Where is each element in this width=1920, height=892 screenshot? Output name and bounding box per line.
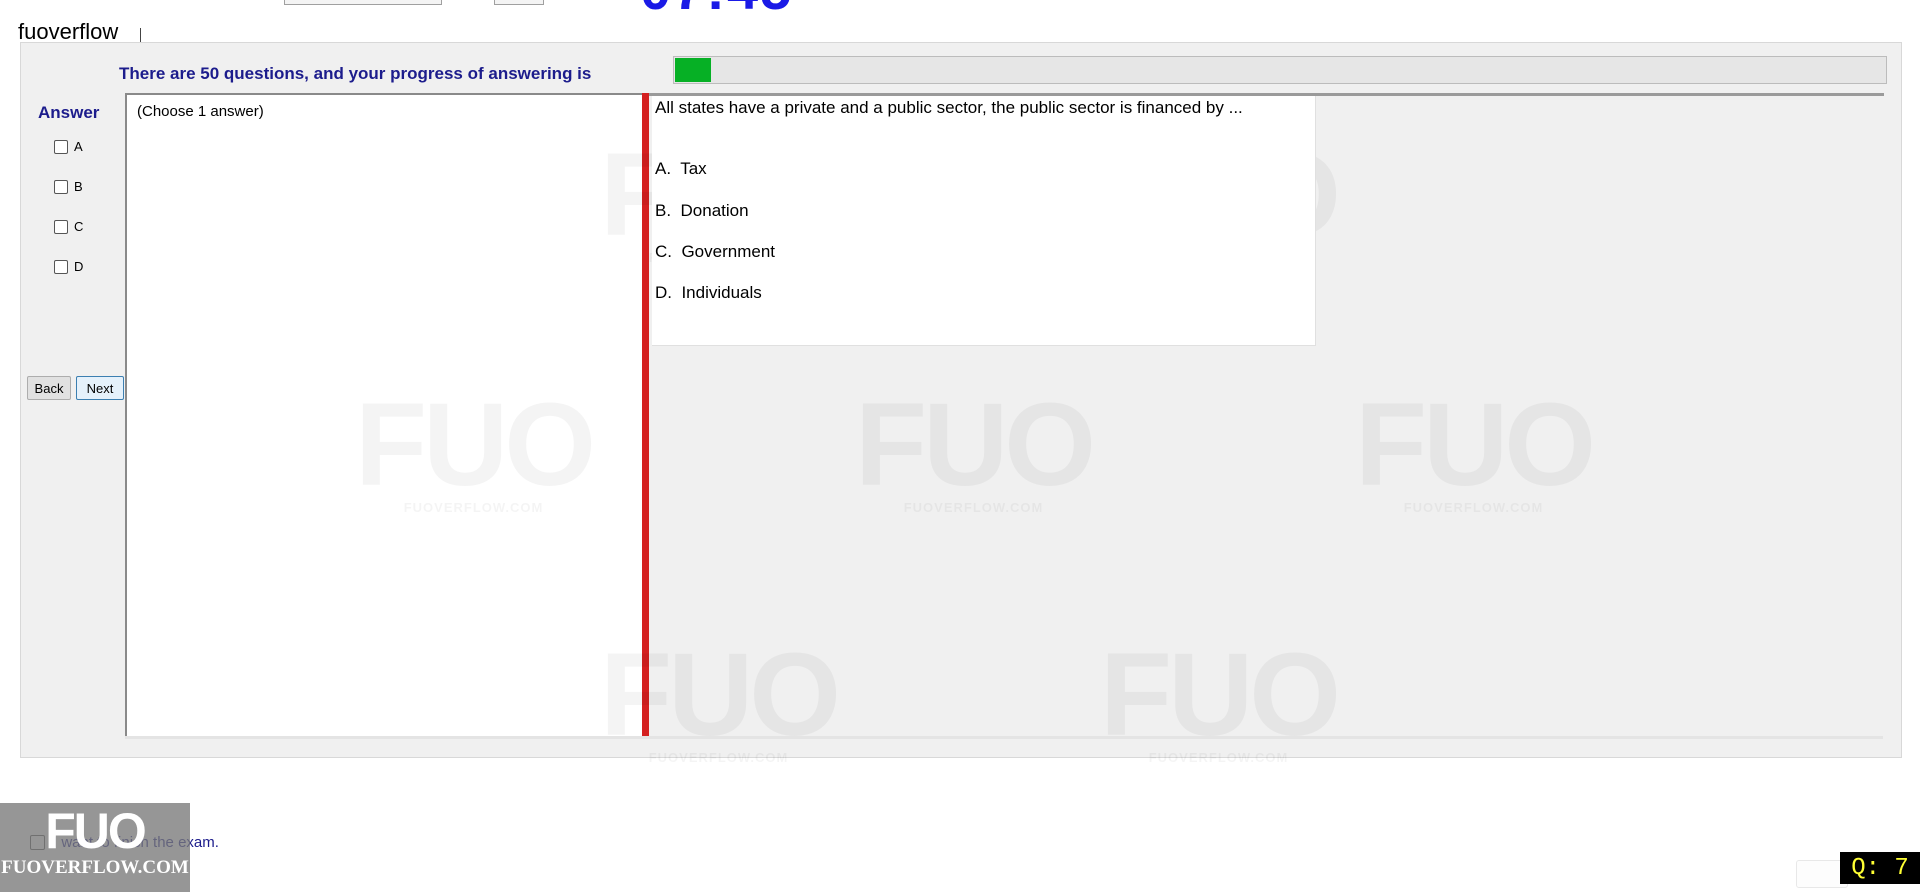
logo-text: FUOVERFLOW.COM [1,857,189,878]
choose-hint: (Choose 1 answer) [137,103,264,120]
progress-fill [675,58,712,82]
answer-option-label: C [74,219,84,234]
answer-option-label: B [74,179,83,194]
question-option-c: C. Government [655,242,775,262]
back-button[interactable]: Back [27,376,71,400]
next-button[interactable]: Next [76,376,124,400]
answer-option-label: D [74,259,84,274]
question-option-a: A. Tax [655,159,707,179]
question-option-b: B. Donation [655,201,749,221]
progress-bar [673,56,1887,84]
answer-option-b[interactable]: B [54,179,83,194]
exam-timer: 07:45 [640,0,793,16]
question-option-text: Individuals [681,283,762,302]
question-option-letter: B. [655,201,672,220]
question-option-text: Government [681,242,775,261]
question-option-letter: D. [655,283,672,302]
choose-panel: (Choose 1 answer) [125,93,644,738]
answer-option-label: A [74,139,83,154]
progress-label: There are 50 questions, and your progres… [119,64,592,83]
question-box: All states have a private and a public s… [652,96,1316,346]
answer-option-c[interactable]: C [54,219,83,234]
question-text: All states have a private and a public s… [655,98,1243,117]
question-number-badge: Q: 7 [1840,852,1920,884]
top-combo-box[interactable] [284,0,442,5]
checkbox-b[interactable] [54,179,68,194]
checkbox-c[interactable] [54,219,68,234]
panel-bottom-border [125,736,1883,739]
checkbox-a[interactable] [54,139,68,154]
question-option-letter: C. [655,242,672,261]
logo-mark: FUO [45,803,147,859]
checkbox-d[interactable] [54,259,68,274]
panel-splitter[interactable] [642,93,649,739]
answer-option-a[interactable]: A [54,139,83,154]
question-option-text: Donation [680,201,749,220]
fuoverflow-logo: FUO FUOVERFLOW.COM [0,803,190,892]
question-option-letter: A. [655,159,672,178]
question-option-d: D. Individuals [655,283,762,303]
answer-option-d[interactable]: D [54,259,83,274]
question-option-text: Tax [680,159,707,178]
top-small-control[interactable] [494,0,544,5]
answer-title: Answer [38,103,100,122]
